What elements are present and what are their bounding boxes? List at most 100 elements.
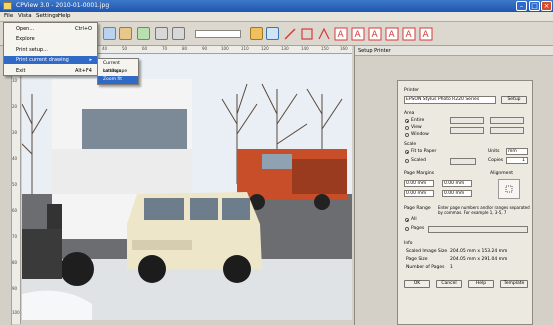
text-tool-icon-6[interactable]: A xyxy=(419,27,433,41)
page-range-field[interactable] xyxy=(428,226,528,233)
ruler-tick: 70 xyxy=(162,46,168,51)
svg-text:A: A xyxy=(355,30,362,40)
submenu-item-zoom-fit[interactable]: Zoom fit xyxy=(98,76,138,84)
image-canvas[interactable] xyxy=(22,54,352,320)
page-range-all-label: All xyxy=(411,217,417,222)
submenu-item-landscape[interactable]: Landscape xyxy=(98,68,138,76)
zoom-combo[interactable] xyxy=(195,30,241,38)
menu-item-label: Print setup... xyxy=(16,47,48,53)
window-title: CPView 3.0 - 2010-01-0001.jpg xyxy=(16,2,110,9)
menu-item-explore[interactable]: Explore xyxy=(4,35,97,43)
area-x2-field[interactable] xyxy=(450,127,484,134)
menu-item-print-setup[interactable]: Print setup... xyxy=(4,46,97,54)
zoom-icon[interactable] xyxy=(103,27,116,40)
margins-label: Page Margins xyxy=(404,171,435,176)
select-icon[interactable] xyxy=(172,27,185,40)
area-window-label: Window xyxy=(411,132,429,137)
scale-factor-field[interactable] xyxy=(450,158,476,165)
menu-vista[interactable]: Vista xyxy=(18,13,32,19)
area-view-radio[interactable] xyxy=(405,126,409,130)
text-tool-icon-3[interactable]: A xyxy=(368,27,382,41)
menu-file[interactable]: File xyxy=(4,13,13,19)
ruler-tick: 60 xyxy=(142,46,148,51)
area-y1-field[interactable] xyxy=(490,117,524,124)
info-value: 1 xyxy=(450,265,453,270)
info-value: 204.05 mm x 291.04 mm xyxy=(450,257,508,262)
template-button[interactable]: Template xyxy=(500,280,528,288)
margin-right-field[interactable]: 0.00 mm xyxy=(442,180,472,187)
setup-button[interactable]: Setup xyxy=(501,96,527,104)
line-tool-icon[interactable] xyxy=(283,27,297,41)
info-key: Page Size xyxy=(406,257,428,262)
area-y2-field[interactable] xyxy=(490,127,524,134)
maximize-button[interactable]: □ xyxy=(529,1,540,11)
menu-item-label: Print current drawing xyxy=(16,57,69,63)
pencil-icon[interactable] xyxy=(250,27,263,40)
alignment-center-icon xyxy=(505,185,513,193)
menu-help[interactable]: Help xyxy=(58,13,71,19)
minimize-button[interactable]: – xyxy=(516,1,527,11)
ruler-tick: 40 xyxy=(12,156,18,161)
page-range-hint: Enter page numbers and/or ranges separat… xyxy=(438,205,530,215)
rectangle-tool-icon[interactable] xyxy=(300,27,314,41)
area-view-label: View xyxy=(411,125,422,130)
text-tool-icon-4[interactable]: A xyxy=(385,27,399,41)
arrow-tool-icon[interactable] xyxy=(317,27,331,41)
ruler-tick: 10 xyxy=(12,78,18,83)
help-button[interactable]: Help xyxy=(468,280,494,288)
ruler-tick: 70 xyxy=(12,234,18,239)
page-range-pages-radio[interactable] xyxy=(405,227,409,231)
ruler-left: 10 20 30 40 50 60 70 80 90 100 xyxy=(12,54,21,324)
margin-bottom-field[interactable]: 0.00 mm xyxy=(442,190,472,197)
image-icon[interactable] xyxy=(137,27,150,40)
text-tool-icon-5[interactable]: A xyxy=(402,27,416,41)
scale-scaled-label: Scaled xyxy=(411,158,426,163)
cancel-button[interactable]: Cancel xyxy=(436,280,462,288)
menu-item-label: Exit xyxy=(16,68,26,74)
page-range-all-radio[interactable] xyxy=(405,218,409,222)
menu-bar: File Vista Settings Help xyxy=(0,12,553,22)
svg-text:A: A xyxy=(372,30,379,40)
submenu-arrow-icon: ▸ xyxy=(89,57,92,63)
print-submenu: Current settings Landscape Zoom fit xyxy=(97,58,139,85)
info-key: Scaled Image Size xyxy=(406,249,448,254)
area-entire-radio[interactable] xyxy=(405,119,409,123)
ruler-tick: 160 xyxy=(340,46,348,51)
alignment-label: Alignment xyxy=(490,171,514,176)
menu-item-open[interactable]: Open... Ctrl+O xyxy=(4,25,97,33)
ruler-tick: 120 xyxy=(261,46,269,51)
copies-field[interactable]: 1 xyxy=(506,157,528,164)
file-menu: Open... Ctrl+O Explore Print setup... Pr… xyxy=(3,22,98,76)
area-x1-field[interactable] xyxy=(450,117,484,124)
hand-icon[interactable] xyxy=(155,27,168,40)
submenu-item-current-settings[interactable]: Current settings xyxy=(98,60,138,74)
ruler-tick: 50 xyxy=(122,46,128,51)
text-tool-icon-2[interactable]: A xyxy=(351,27,365,41)
scale-scaled-radio[interactable] xyxy=(405,159,409,163)
ruler-tick: 40 xyxy=(102,46,108,51)
area-entire-label: Entire xyxy=(411,118,425,123)
ruler-tick: 30 xyxy=(12,130,18,135)
title-bar: CPView 3.0 - 2010-01-0001.jpg – □ × xyxy=(0,0,553,12)
menu-item-exit[interactable]: Exit Alt+F4 xyxy=(4,67,97,75)
svg-text:A: A xyxy=(389,30,396,40)
menu-item-print-current-drawing[interactable]: Print current drawing ▸ xyxy=(4,56,97,64)
svg-text:A: A xyxy=(338,30,345,40)
margin-left-field[interactable]: 0.00 mm xyxy=(404,180,434,187)
text-tool-icon-1[interactable]: A xyxy=(334,27,348,41)
ok-button[interactable]: OK xyxy=(404,280,430,288)
brush-icon[interactable] xyxy=(119,27,132,40)
alignment-picker[interactable] xyxy=(498,179,520,199)
scale-fit-label: Fit to Paper xyxy=(411,149,437,154)
ruler-tick: 100 xyxy=(221,46,229,51)
area-window-radio[interactable] xyxy=(405,133,409,137)
units-select[interactable]: mm xyxy=(506,148,528,155)
printer-select[interactable]: EPSON Stylus Photo R220 Series xyxy=(404,96,496,104)
scale-fit-radio[interactable] xyxy=(405,150,409,154)
ruler-tick: 50 xyxy=(12,182,18,187)
svg-text:A: A xyxy=(406,30,413,40)
measure-icon[interactable] xyxy=(266,27,279,40)
close-button[interactable]: × xyxy=(541,1,552,11)
margin-top-field[interactable]: 0.00 mm xyxy=(404,190,434,197)
menu-settings[interactable]: Settings xyxy=(36,13,59,19)
